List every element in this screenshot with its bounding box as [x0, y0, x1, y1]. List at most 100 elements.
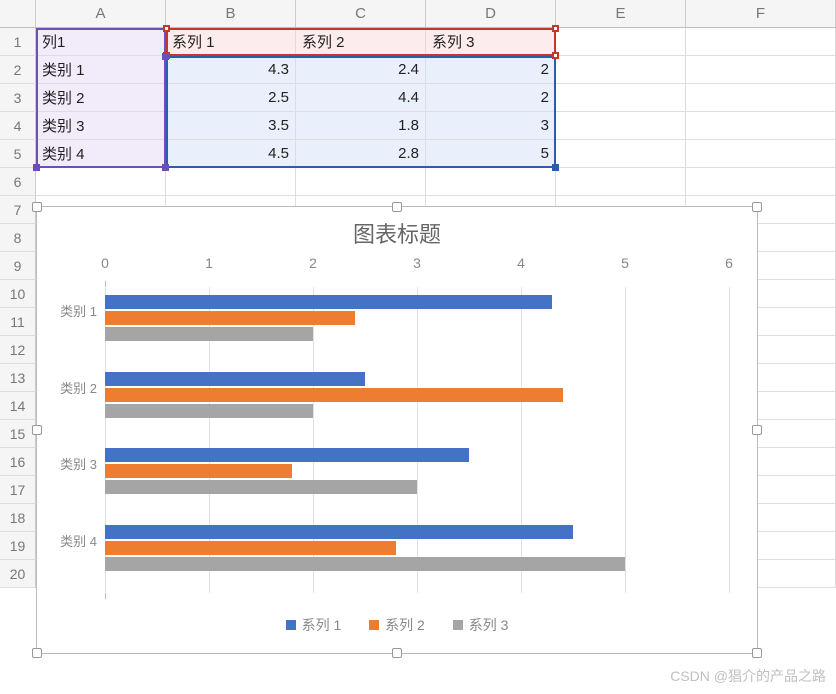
row-header[interactable]: 11 — [0, 308, 36, 335]
empty-cell[interactable] — [426, 168, 556, 195]
row-header[interactable]: 17 — [0, 476, 36, 503]
resize-handle-icon[interactable] — [32, 425, 42, 435]
cell-b1[interactable]: 系列 1 — [166, 28, 296, 55]
row-header[interactable]: 4 — [0, 112, 36, 139]
table-row: 1 列1 系列 1 系列 2 系列 3 — [0, 28, 836, 56]
row-header[interactable]: 9 — [0, 252, 36, 279]
col-header-c[interactable]: C — [296, 0, 426, 27]
row-header[interactable]: 2 — [0, 56, 36, 83]
col-header-d[interactable]: D — [426, 0, 556, 27]
row-header[interactable]: 19 — [0, 532, 36, 559]
bar-series1[interactable] — [105, 448, 469, 462]
plot-area[interactable]: 类别 1类别 2类别 3类别 4 — [105, 287, 729, 593]
legend-swatch-icon — [453, 620, 463, 630]
bar-series1[interactable] — [105, 295, 552, 309]
cell-c4[interactable]: 1.8 — [296, 112, 426, 139]
row-header[interactable]: 7 — [0, 196, 36, 223]
row-header[interactable]: 18 — [0, 504, 36, 531]
cell-c1[interactable]: 系列 2 — [296, 28, 426, 55]
empty-cell[interactable] — [166, 168, 296, 195]
chart-title[interactable]: 图表标题 — [45, 217, 749, 249]
category-group: 类别 3 — [105, 440, 729, 517]
chart-object[interactable]: 图表标题 0123456 类别 1类别 2类别 3类别 4 系列 1 系列 2 … — [36, 206, 758, 654]
bar-series2[interactable] — [105, 388, 563, 402]
resize-handle-icon[interactable] — [752, 202, 762, 212]
row-header[interactable]: 16 — [0, 448, 36, 475]
cell-b5[interactable]: 4.5 — [166, 140, 296, 167]
row-header[interactable]: 14 — [0, 392, 36, 419]
spreadsheet[interactable]: A B C D E F 1 列1 系列 1 系列 2 系列 3 2 类别 1 4… — [0, 0, 836, 694]
row-header[interactable]: 13 — [0, 364, 36, 391]
legend-item-series3[interactable]: 系列 3 — [453, 615, 509, 635]
cell-e4[interactable] — [556, 112, 686, 139]
row-header[interactable]: 12 — [0, 336, 36, 363]
empty-cell[interactable] — [686, 168, 836, 195]
empty-cell[interactable] — [296, 168, 426, 195]
bar-series2[interactable] — [105, 464, 292, 478]
cell-d5[interactable]: 5 — [426, 140, 556, 167]
bar-series3[interactable] — [105, 557, 625, 571]
cell-f5[interactable] — [686, 140, 836, 167]
resize-handle-icon[interactable] — [32, 648, 42, 658]
cell-f3[interactable] — [686, 84, 836, 111]
resize-handle-icon[interactable] — [752, 425, 762, 435]
cell-d4[interactable]: 3 — [426, 112, 556, 139]
bar-series1[interactable] — [105, 525, 573, 539]
cell-c5[interactable]: 2.8 — [296, 140, 426, 167]
col-header-f[interactable]: F — [686, 0, 836, 27]
bar-series2[interactable] — [105, 311, 355, 325]
cell-a5[interactable]: 类别 4 — [36, 140, 166, 167]
row-header[interactable]: 3 — [0, 84, 36, 111]
x-tick-label: 2 — [309, 255, 317, 271]
empty-cell[interactable] — [556, 168, 686, 195]
row-header[interactable]: 6 — [0, 168, 36, 195]
row-header[interactable]: 5 — [0, 140, 36, 167]
col-header-e[interactable]: E — [556, 0, 686, 27]
select-all-corner[interactable] — [0, 0, 36, 27]
col-header-b[interactable]: B — [166, 0, 296, 27]
chart-legend[interactable]: 系列 1 系列 2 系列 3 — [45, 615, 749, 635]
cell-c2[interactable]: 2.4 — [296, 56, 426, 83]
legend-item-series2[interactable]: 系列 2 — [369, 615, 425, 635]
resize-handle-icon[interactable] — [752, 648, 762, 658]
cell-a1[interactable]: 列1 — [36, 28, 166, 55]
cell-d1[interactable]: 系列 3 — [426, 28, 556, 55]
category-label: 类别 1 — [41, 301, 97, 320]
legend-item-series1[interactable]: 系列 1 — [286, 615, 342, 635]
row-header[interactable]: 15 — [0, 420, 36, 447]
resize-handle-icon[interactable] — [32, 202, 42, 212]
cell-b3[interactable]: 2.5 — [166, 84, 296, 111]
cell-f4[interactable] — [686, 112, 836, 139]
row-header[interactable]: 8 — [0, 224, 36, 251]
chart-area[interactable]: 图表标题 0123456 类别 1类别 2类别 3类别 4 系列 1 系列 2 … — [45, 211, 749, 645]
cell-d2[interactable]: 2 — [426, 56, 556, 83]
cell-e1[interactable] — [556, 28, 686, 55]
cell-c3[interactable]: 4.4 — [296, 84, 426, 111]
cell-f1[interactable] — [686, 28, 836, 55]
cell-b2[interactable]: 4.3 — [166, 56, 296, 83]
empty-cell[interactable] — [36, 168, 166, 195]
cell-b4[interactable]: 3.5 — [166, 112, 296, 139]
cell-f2[interactable] — [686, 56, 836, 83]
resize-handle-icon[interactable] — [392, 648, 402, 658]
cell-a4[interactable]: 类别 3 — [36, 112, 166, 139]
bar-series2[interactable] — [105, 541, 396, 555]
cell-d3[interactable]: 2 — [426, 84, 556, 111]
x-tick-label: 0 — [101, 255, 109, 271]
category-group: 类别 4 — [105, 517, 729, 594]
bar-series3[interactable] — [105, 404, 313, 418]
bar-series3[interactable] — [105, 327, 313, 341]
cell-e5[interactable] — [556, 140, 686, 167]
category-group: 类别 1 — [105, 287, 729, 364]
bar-series3[interactable] — [105, 480, 417, 494]
category-label: 类别 2 — [41, 378, 97, 397]
col-header-a[interactable]: A — [36, 0, 166, 27]
row-header[interactable]: 20 — [0, 560, 36, 587]
row-header[interactable]: 1 — [0, 28, 36, 55]
cell-a3[interactable]: 类别 2 — [36, 84, 166, 111]
bar-series1[interactable] — [105, 372, 365, 386]
cell-e3[interactable] — [556, 84, 686, 111]
row-header[interactable]: 10 — [0, 280, 36, 307]
cell-e2[interactable] — [556, 56, 686, 83]
cell-a2[interactable]: 类别 1 — [36, 56, 166, 83]
